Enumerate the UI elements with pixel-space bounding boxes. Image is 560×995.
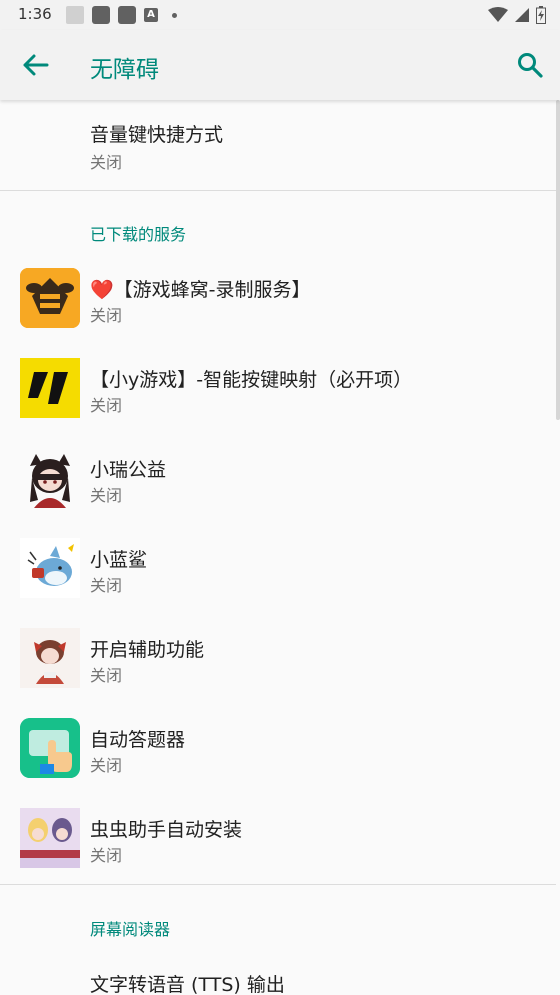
bee-app-icon: [20, 268, 80, 328]
notification-app-icon: [92, 6, 110, 24]
volume-key-shortcut-item[interactable]: 音量键快捷方式 关闭: [0, 100, 556, 190]
item-title: 自动答题器: [90, 729, 186, 751]
item-summary: 关闭: [90, 396, 123, 415]
notification-badge-icon: A: [144, 8, 158, 22]
app-bar: 无障碍: [0, 30, 560, 100]
item-summary: 关闭: [90, 756, 123, 775]
item-summary: 关闭: [90, 306, 123, 325]
item-title: 小瑞公益: [90, 459, 167, 481]
item-summary: 关闭: [90, 576, 123, 595]
service-item-xiaorui[interactable]: 小瑞公益 关闭: [0, 433, 556, 523]
anime-poster-icon: [20, 808, 80, 868]
xiaoy-app-icon: [20, 358, 80, 418]
tts-output-item[interactable]: 文字转语音 (TTS) 输出: [0, 950, 556, 995]
item-title: 小蓝鲨: [90, 549, 148, 571]
tap-hand-icon: [20, 718, 80, 778]
service-item-auto-answer[interactable]: 自动答题器 关闭: [0, 703, 556, 793]
item-title: 【小y游戏】-智能按键映射（必开项）: [90, 369, 413, 391]
notification-placeholder-icon: [66, 6, 84, 24]
arrow-back-icon[interactable]: [20, 52, 50, 78]
divider: [0, 884, 556, 885]
item-summary: 关闭: [90, 153, 123, 172]
notification-icons: A: [66, 6, 177, 24]
service-item-blue-shark[interactable]: 小蓝鲨 关闭: [0, 523, 556, 613]
item-summary: 关闭: [90, 666, 123, 685]
item-title: 音量键快捷方式: [90, 124, 224, 146]
chibi-character-icon: [20, 628, 80, 688]
section-header-downloaded: 已下载的服务: [90, 225, 187, 244]
service-item-game-hive[interactable]: ❤️【游戏蜂窝-录制服务】 关闭: [0, 253, 556, 343]
signal-icon: [515, 8, 529, 22]
item-summary: 关闭: [90, 846, 123, 865]
status-bar: 1:36 A: [0, 0, 560, 30]
item-title: ❤️【游戏蜂窝-录制服务】: [90, 279, 311, 301]
notification-app-icon: [118, 6, 136, 24]
service-item-enable-accessibility[interactable]: 开启辅助功能 关闭: [0, 613, 556, 703]
battery-charging-icon: [536, 6, 546, 24]
item-title: 开启辅助功能: [90, 639, 205, 661]
scrollbar[interactable]: [556, 100, 560, 420]
item-title: 虫虫助手自动安装: [90, 819, 243, 841]
more-notifications-icon: [172, 12, 177, 18]
search-icon[interactable]: [516, 51, 544, 79]
status-time: 1:36: [18, 5, 52, 23]
page-title: 无障碍: [90, 57, 159, 83]
settings-list: 音量键快捷方式 关闭 已下载的服务 ❤️【游戏蜂窝-录制服务】 关闭 【小y游戏…: [0, 100, 560, 995]
anime-girl-avatar-icon: [20, 448, 80, 508]
blue-shark-icon: [20, 538, 80, 598]
section-header-screen-reader: 屏幕阅读器: [90, 920, 171, 939]
service-item-xiaoy-keymap[interactable]: 【小y游戏】-智能按键映射（必开项） 关闭: [0, 343, 556, 433]
item-title: 文字转语音 (TTS) 输出: [90, 974, 285, 995]
system-icons: [488, 6, 546, 24]
item-summary: 关闭: [90, 486, 123, 505]
service-item-chongchong-installer[interactable]: 虫虫助手自动安装 关闭: [0, 793, 556, 883]
divider: [0, 190, 556, 191]
wifi-icon: [488, 7, 508, 22]
